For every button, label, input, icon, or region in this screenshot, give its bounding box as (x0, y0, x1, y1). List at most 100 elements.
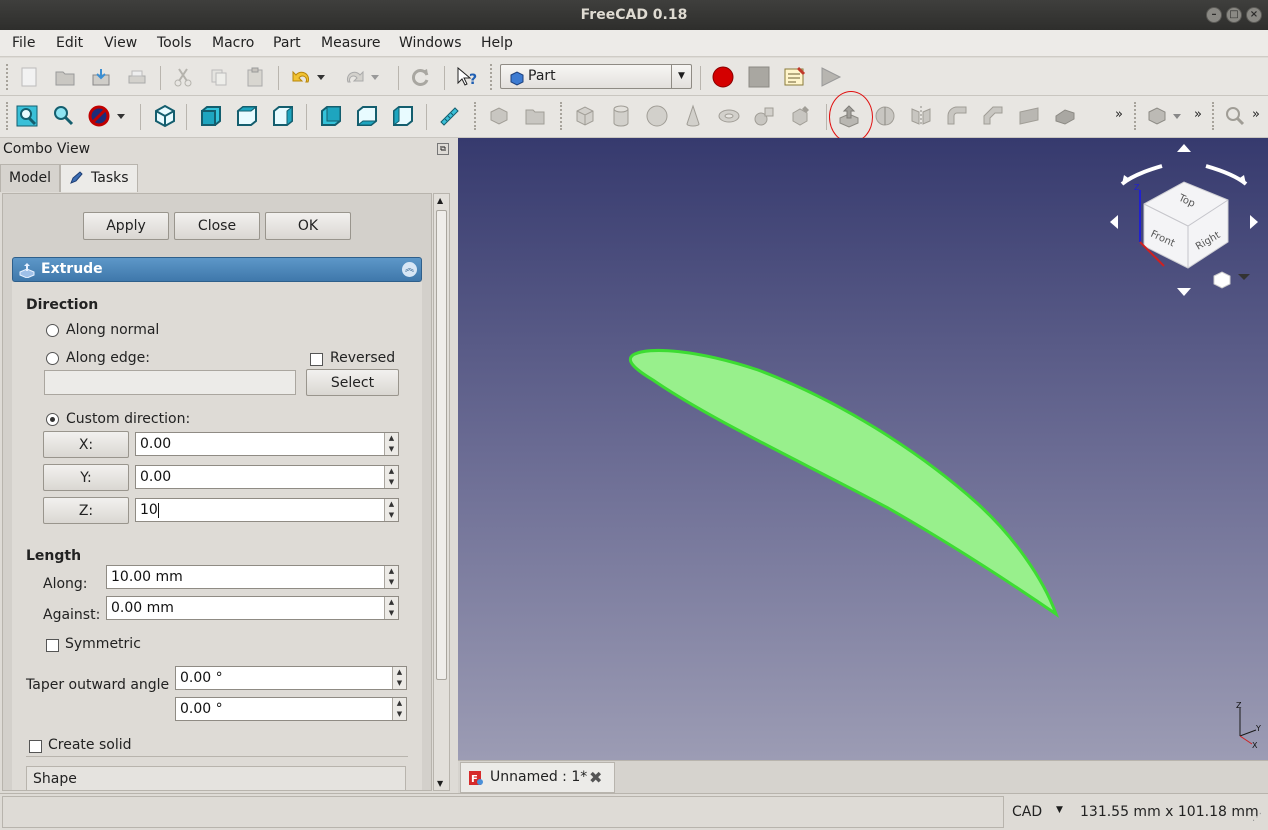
symmetric-checkbox[interactable] (46, 639, 59, 652)
ruled-surface-icon[interactable] (1052, 103, 1078, 129)
stop-macro-icon[interactable] (746, 64, 772, 90)
extrude-panel-header[interactable]: Extrude ︽ (12, 257, 422, 282)
maximize-button[interactable]: □ (1226, 7, 1242, 23)
fit-all-icon[interactable] (14, 103, 40, 129)
chamfer-icon[interactable] (980, 103, 1006, 129)
navigation-cube[interactable]: Top Front Right Z (1104, 142, 1264, 298)
fit-selection-icon[interactable] (50, 103, 76, 129)
airfoil-face[interactable] (628, 348, 1059, 618)
taper1-spin-icon[interactable]: ▲ ▼ (392, 667, 406, 689)
measure-linear-icon[interactable] (1222, 103, 1248, 129)
minimize-button[interactable]: – (1206, 7, 1222, 23)
open-document-icon[interactable] (52, 64, 78, 90)
collapse-icon[interactable]: ︽ (402, 262, 417, 277)
paste-icon[interactable] (242, 64, 268, 90)
menu-edit[interactable]: Edit (56, 35, 83, 51)
apply-button[interactable]: Apply (83, 212, 169, 240)
scroll-down-icon[interactable]: ▼ (437, 779, 443, 788)
mirror-icon[interactable] (908, 103, 934, 129)
close-tab-icon[interactable]: ✖ (589, 768, 602, 787)
create-part-icon[interactable] (486, 103, 512, 129)
boolean-icon[interactable] (1144, 103, 1170, 129)
toolbar-grip[interactable] (1134, 102, 1140, 130)
ok-button[interactable]: OK (265, 212, 351, 240)
along-length-input[interactable]: 10.00 mm ▲ ▼ (106, 565, 399, 589)
toolbar-overflow-icon[interactable]: » (1252, 107, 1260, 122)
create-solid-checkbox[interactable] (29, 740, 42, 753)
toolbar-grip[interactable] (6, 102, 12, 130)
copy-icon[interactable] (206, 64, 232, 90)
macros-icon[interactable] (782, 64, 808, 90)
tab-tasks[interactable]: Tasks (60, 164, 138, 192)
bottom-view-icon[interactable] (354, 103, 380, 129)
revolve-icon[interactable] (872, 103, 898, 129)
refresh-icon[interactable] (408, 64, 434, 90)
z-spin-icon[interactable]: ▲ ▼ (384, 499, 398, 521)
execute-macro-icon[interactable] (818, 64, 844, 90)
record-macro-icon[interactable] (710, 64, 736, 90)
resize-grip-icon[interactable]: ⋰ (1252, 812, 1262, 823)
x-spin-icon[interactable]: ▲ ▼ (384, 433, 398, 455)
menu-windows[interactable]: Windows (399, 35, 462, 51)
edge-input[interactable] (44, 370, 296, 395)
y-spin-icon[interactable]: ▲ ▼ (384, 466, 398, 488)
left-view-icon[interactable] (390, 103, 416, 129)
against-spin-icon[interactable]: ▲ ▼ (384, 597, 398, 619)
redo-icon[interactable] (342, 64, 368, 90)
select-button[interactable]: Select (306, 369, 399, 396)
undock-icon[interactable]: ⧉ (437, 143, 449, 155)
chevron-down-icon[interactable]: ▼ (1056, 805, 1063, 815)
y-button[interactable]: Y: (43, 464, 129, 491)
boolean-dropdown-icon[interactable] (1170, 103, 1184, 129)
taper-input-1[interactable]: 0.00 ° ▲ ▼ (175, 666, 407, 690)
against-length-input[interactable]: 0.00 mm ▲ ▼ (106, 596, 399, 620)
toolbar-grip[interactable] (560, 102, 566, 130)
undo-dropdown-icon[interactable] (314, 64, 328, 90)
taper2-spin-icon[interactable]: ▲ ▼ (392, 698, 406, 720)
workbench-selector[interactable]: Part ▼ (500, 64, 692, 89)
toolbar-grip[interactable] (1212, 102, 1218, 130)
menu-view[interactable]: View (104, 35, 137, 51)
menu-part[interactable]: Part (273, 35, 301, 51)
task-panel-scrollbar[interactable]: ▲ ▼ (433, 193, 450, 791)
redo-dropdown-icon[interactable] (368, 64, 382, 90)
tab-model[interactable]: Model (0, 164, 60, 192)
menu-file[interactable]: File (12, 35, 35, 51)
whats-this-icon[interactable]: ? (454, 64, 480, 90)
print-icon[interactable] (124, 64, 150, 90)
cone-icon[interactable] (680, 103, 706, 129)
3d-viewport[interactable]: Top Front Right Z Z Y X (458, 138, 1268, 760)
measure-distance-icon[interactable] (436, 103, 462, 129)
torus-icon[interactable] (716, 103, 742, 129)
toolbar-grip[interactable] (490, 64, 496, 90)
right-view-icon[interactable] (270, 103, 296, 129)
make-face-icon[interactable] (1016, 103, 1042, 129)
draw-style-dropdown-icon[interactable] (114, 103, 128, 129)
taper-input-2[interactable]: 0.00 ° ▲ ▼ (175, 697, 407, 721)
isometric-view-icon[interactable] (152, 103, 178, 129)
cube-icon[interactable] (572, 103, 598, 129)
new-document-icon[interactable] (16, 64, 42, 90)
custom-direction-radio[interactable] (46, 413, 59, 426)
menu-tools[interactable]: Tools (157, 35, 192, 51)
top-view-icon[interactable] (234, 103, 260, 129)
fillet-icon[interactable] (944, 103, 970, 129)
draw-style-icon[interactable] (86, 103, 112, 129)
shape-builder-icon[interactable] (788, 103, 814, 129)
front-view-icon[interactable] (198, 103, 224, 129)
z-input[interactable]: 10 ▲ ▼ (135, 498, 399, 522)
reversed-checkbox[interactable] (310, 353, 323, 366)
along-edge-radio[interactable] (46, 352, 59, 365)
along-normal-radio[interactable] (46, 324, 59, 337)
cut-icon[interactable] (170, 64, 196, 90)
toolbar-grip[interactable] (6, 64, 12, 90)
rear-view-icon[interactable] (318, 103, 344, 129)
menu-macro[interactable]: Macro (212, 35, 254, 51)
x-input[interactable]: 0.00 ▲ ▼ (135, 432, 399, 456)
navigation-style-label[interactable]: CAD (1012, 804, 1042, 820)
toolbar-grip[interactable] (474, 102, 480, 130)
menu-help[interactable]: Help (481, 35, 513, 51)
create-group-icon[interactable] (522, 103, 548, 129)
document-tab[interactable]: F Unnamed : 1* ✖ (460, 762, 615, 793)
menu-measure[interactable]: Measure (321, 35, 381, 51)
